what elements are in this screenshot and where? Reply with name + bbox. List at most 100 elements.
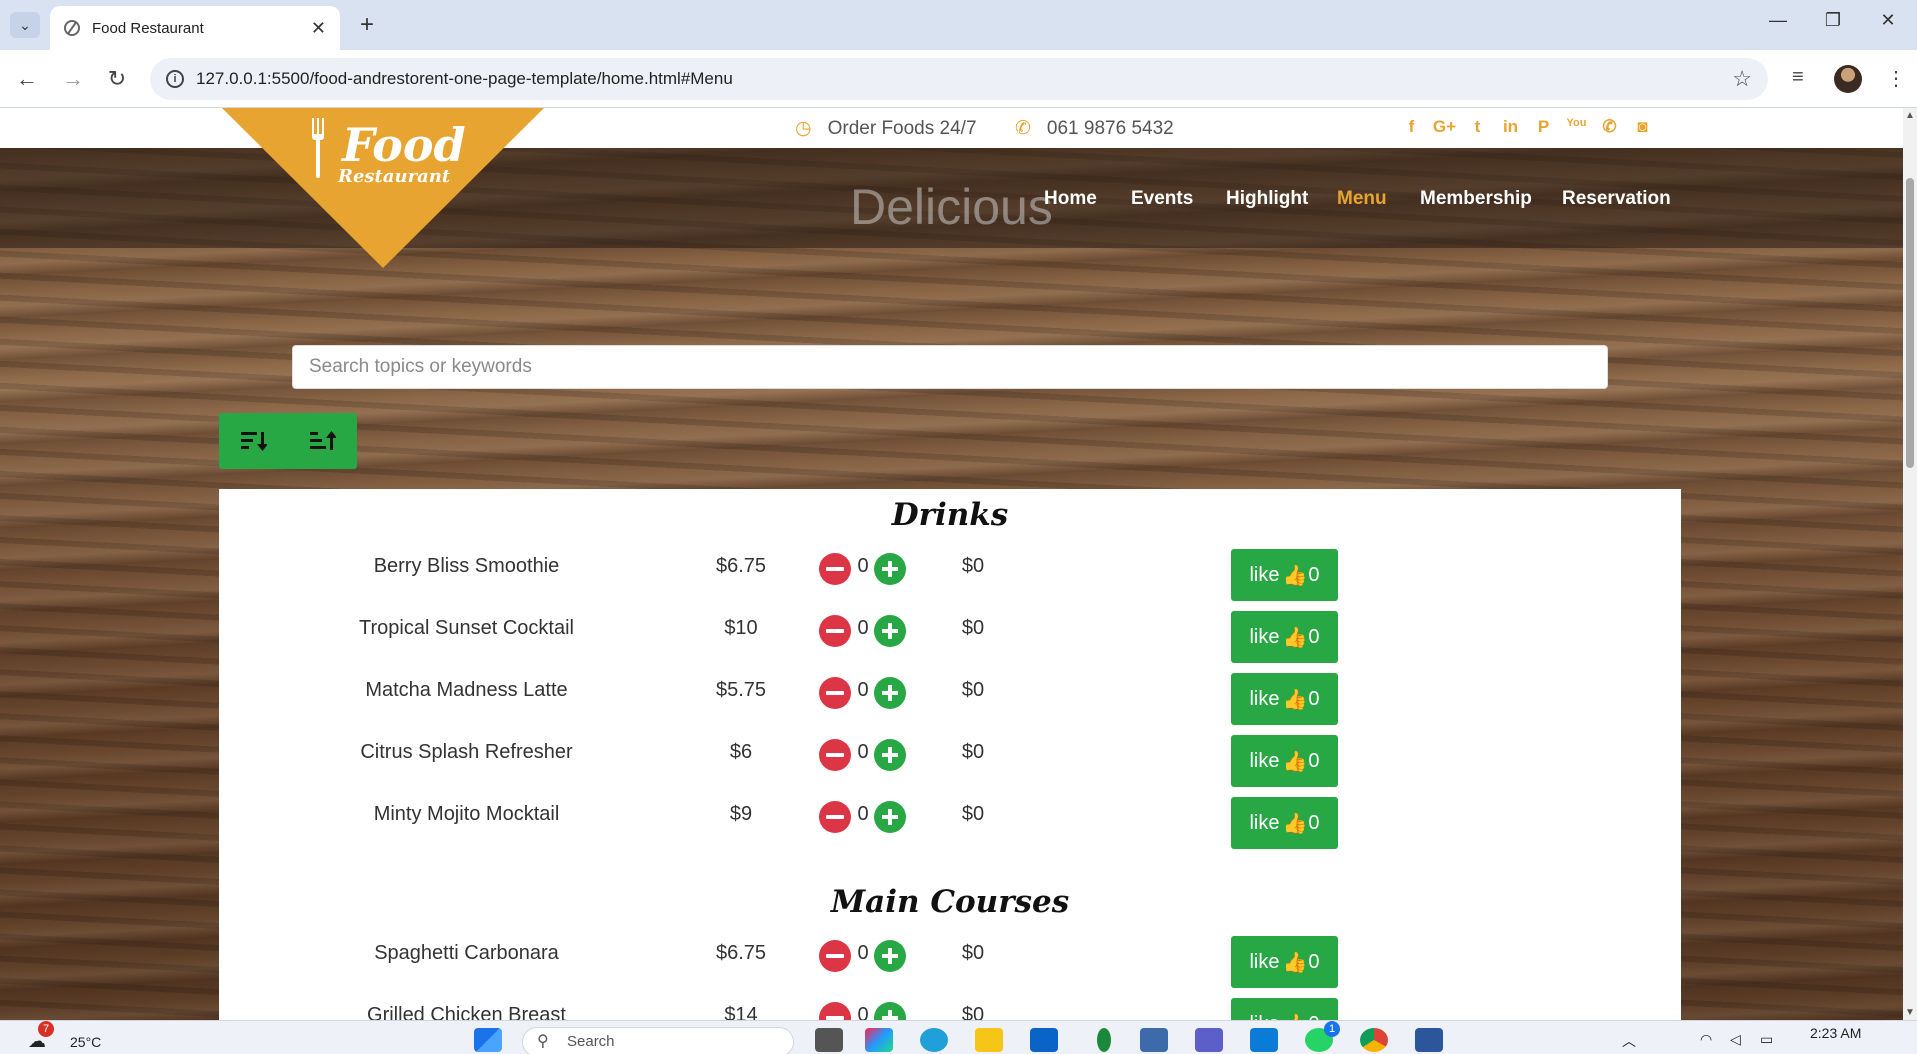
decrease-quantity-button[interactable]	[819, 677, 851, 709]
increase-quantity-button[interactable]	[874, 801, 906, 833]
nav-home[interactable]: Home	[1044, 188, 1097, 210]
whatsapp-badge: 1	[1324, 1021, 1340, 1037]
wifi-icon[interactable]: ◠	[1700, 1031, 1712, 1048]
nav-reservation[interactable]: Reservation	[1562, 188, 1671, 210]
sort-ascending-icon	[309, 431, 336, 450]
like-button[interactable]: like👍0	[1231, 549, 1338, 601]
decrease-quantity-button[interactable]	[819, 739, 851, 771]
chrome-icon[interactable]	[1360, 1028, 1388, 1052]
media-control-icon[interactable]: ≡	[1792, 66, 1804, 89]
bookmark-star-icon[interactable]: ☆	[1732, 66, 1752, 92]
linkedin-icon[interactable]: in	[1494, 117, 1527, 137]
like-button[interactable]: like👍0	[1231, 611, 1338, 663]
youtube-icon[interactable]: You	[1560, 117, 1593, 137]
nav-highlight[interactable]: Highlight	[1226, 188, 1308, 210]
mysql-workbench-icon[interactable]	[1140, 1028, 1168, 1052]
back-button[interactable]: ←	[12, 64, 42, 94]
increase-quantity-button[interactable]	[874, 677, 906, 709]
windows-start-icon[interactable]	[474, 1028, 502, 1052]
decrease-quantity-button[interactable]	[819, 553, 851, 585]
item-quantity: 0	[857, 1004, 869, 1020]
pinterest-icon[interactable]: P	[1527, 117, 1560, 137]
sort-ascending-button[interactable]	[288, 413, 357, 469]
edge-icon[interactable]	[920, 1028, 948, 1052]
decrease-quantity-button[interactable]	[819, 801, 851, 833]
scroll-thumb[interactable]	[1906, 178, 1914, 468]
battery-icon[interactable]: ▭	[1760, 1031, 1773, 1048]
address-bar[interactable]: i 127.0.0.1:5500/food-andrestorent-one-p…	[150, 58, 1768, 100]
browser-toolbar: ← → ↻ i 127.0.0.1:5500/food-andrestorent…	[0, 50, 1917, 108]
increase-quantity-button[interactable]	[874, 615, 906, 647]
task-view-icon[interactable]	[815, 1028, 843, 1052]
item-price: $9	[729, 803, 753, 825]
order-text: Order Foods 24/7	[827, 117, 977, 139]
phone-social-icon[interactable]: ✆	[1593, 117, 1626, 137]
nav-menu[interactable]: Menu	[1337, 188, 1387, 210]
item-name: Tropical Sunset Cocktail	[359, 617, 574, 639]
phone-text: 061 9876 5432	[1046, 117, 1174, 139]
menu-item-row: Spaghetti Carbonara $6.75 0 $0 like 👍 0	[219, 930, 1681, 988]
decrease-quantity-button[interactable]	[819, 940, 851, 972]
browser-menu-icon[interactable]: ⋮	[1886, 66, 1906, 91]
word-icon[interactable]	[1415, 1028, 1443, 1052]
tab-close-icon[interactable]: ✕	[311, 18, 326, 39]
profile-avatar[interactable]	[1834, 65, 1862, 93]
decrease-quantity-button[interactable]	[819, 1002, 851, 1020]
menu-item-row: Grilled Chicken Breast $14 0 $0 like👍0	[219, 992, 1681, 1020]
like-button[interactable]: like👍0	[1231, 673, 1338, 725]
tray-chevron-icon[interactable]: ︿	[1622, 1031, 1636, 1051]
item-price: $5.75	[715, 679, 767, 701]
like-label: like	[1249, 687, 1280, 710]
reload-button[interactable]: ↻	[102, 64, 132, 94]
decrease-quantity-button[interactable]	[819, 615, 851, 647]
item-total: $0	[961, 1004, 985, 1020]
scroll-up-arrow[interactable]: ▲	[1905, 110, 1915, 121]
scroll-down-arrow[interactable]: ▼	[1905, 1007, 1915, 1018]
twitter-icon[interactable]: t	[1461, 117, 1494, 137]
new-tab-button[interactable]: +	[354, 11, 380, 38]
copilot-icon[interactable]	[865, 1028, 893, 1052]
increase-quantity-button[interactable]	[874, 940, 906, 972]
restore-button[interactable]: ❐	[1813, 10, 1853, 31]
browser-tab[interactable]: Food Restaurant ✕	[50, 6, 340, 50]
teams-icon[interactable]	[1195, 1028, 1223, 1052]
increase-quantity-button[interactable]	[874, 553, 906, 585]
file-explorer-icon[interactable]	[975, 1028, 1003, 1052]
like-button[interactable]: like👍0	[1231, 936, 1338, 988]
like-count: 0	[1308, 1013, 1319, 1021]
tab-search-button[interactable]: ⌄	[10, 12, 40, 38]
like-button[interactable]: like👍0	[1231, 735, 1338, 787]
facebook-icon[interactable]: f	[1395, 117, 1428, 137]
site-logo[interactable]: Food Restaurant	[222, 108, 544, 268]
clock-time[interactable]: 2:23 AM	[1810, 1025, 1861, 1041]
sort-descending-button[interactable]	[219, 413, 288, 469]
globe-icon	[64, 20, 80, 36]
page-scrollbar[interactable]: ▲ ▼	[1903, 108, 1917, 1020]
item-quantity: 0	[857, 555, 869, 577]
outlook-icon[interactable]	[1030, 1028, 1058, 1052]
window-close-button[interactable]: ✕	[1868, 10, 1908, 31]
menu-item-row: Matcha Madness Latte $5.75 0 $0 like 👍 0	[219, 667, 1681, 725]
increase-quantity-button[interactable]	[874, 739, 906, 771]
nav-membership[interactable]: Membership	[1420, 188, 1532, 210]
camera-icon[interactable]: ◙	[1626, 117, 1659, 137]
like-button[interactable]: like👍0	[1231, 797, 1338, 849]
nav-events[interactable]: Events	[1131, 188, 1193, 210]
like-count: 0	[1308, 563, 1320, 586]
item-total: $0	[961, 942, 985, 964]
taskbar-search[interactable]: ⚲ Search	[522, 1027, 794, 1054]
menu-item-row: Minty Mojito Mocktail $9 0 $0 like 👍 0	[219, 791, 1681, 849]
like-button[interactable]: like👍0	[1231, 998, 1338, 1020]
search-input[interactable]	[292, 345, 1608, 389]
page-viewport: ◷ Order Foods 24/7 ✆ 061 9876 5432 f G+ …	[0, 108, 1903, 1020]
section-title-main-courses: Main Courses	[830, 884, 1070, 920]
volume-icon[interactable]: ◁	[1730, 1031, 1741, 1048]
site-info-icon[interactable]: i	[166, 70, 184, 88]
forward-button[interactable]: →	[58, 64, 88, 94]
increase-quantity-button[interactable]	[874, 1002, 906, 1020]
item-price: $6.75	[715, 555, 767, 577]
minimize-button[interactable]: —	[1758, 10, 1798, 31]
google-plus-icon[interactable]: G+	[1428, 117, 1461, 137]
mongodb-icon[interactable]	[1097, 1028, 1111, 1052]
vscode-icon[interactable]	[1250, 1028, 1278, 1052]
